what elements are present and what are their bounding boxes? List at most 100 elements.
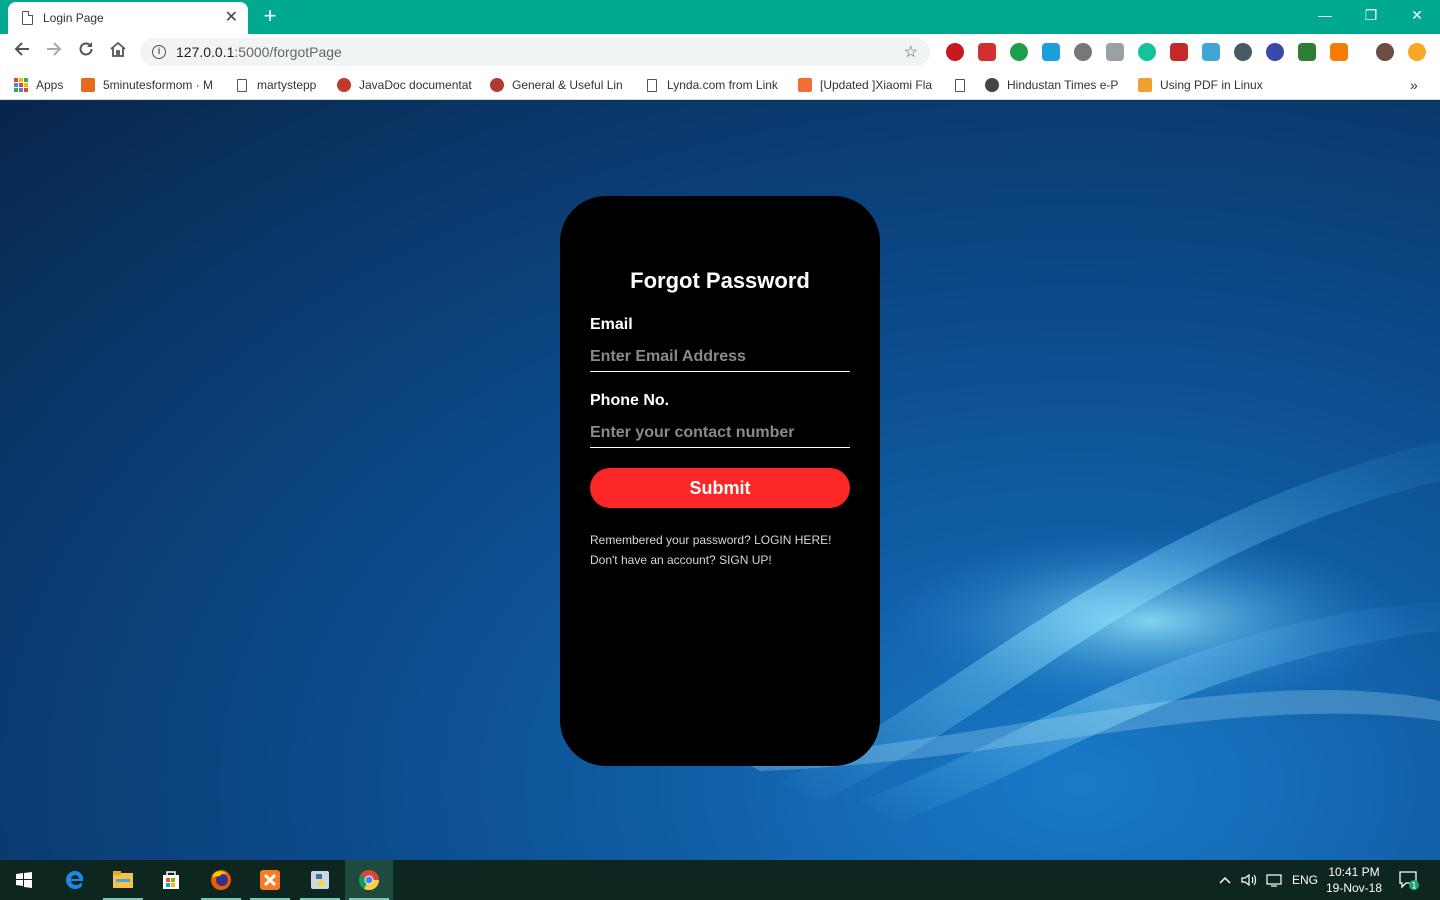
back-icon[interactable] [10, 40, 34, 64]
firefox-icon[interactable] [197, 860, 245, 900]
chrome-icon[interactable] [345, 860, 393, 900]
extension-blue-icon[interactable] [1042, 43, 1060, 61]
extension-counter-icon[interactable] [1298, 43, 1316, 61]
bookmark-label: General & Useful Lin [512, 78, 623, 92]
bookmark-star-icon[interactable]: ☆ [904, 42, 918, 62]
minimize-button[interactable]: — [1302, 0, 1348, 30]
clock-date: 19-Nov-18 [1325, 881, 1383, 895]
page-icon [647, 78, 657, 92]
bookmark-untitled[interactable] [955, 76, 975, 94]
bookmark-lynda[interactable]: Lynda.com from Link [647, 76, 783, 94]
update-alert-icon[interactable] [1408, 43, 1426, 61]
bookmark-5minutesformom[interactable]: 5minutesformom · M [81, 76, 217, 94]
auth-links: Remembered your password? LOGIN HERE! Do… [590, 530, 850, 570]
bookmark-label: Lynda.com from Link [667, 78, 778, 92]
forward-icon[interactable] [42, 40, 66, 64]
bookmark-hindustan-times[interactable]: Hindustan Times e-P [985, 76, 1123, 94]
miui-favicon [798, 78, 812, 92]
bookmark-pdf-linux[interactable]: Using PDF in Linux [1138, 76, 1268, 94]
profile-avatar[interactable] [1376, 43, 1394, 61]
phone-group: Phone No. [590, 392, 850, 448]
store-icon[interactable] [147, 860, 195, 900]
tab-title: Login Page [43, 11, 104, 25]
apps-grid-icon [14, 78, 28, 92]
bookmark-label: [Updated ]Xiaomi Fla [820, 78, 933, 92]
bookmark-javadoc[interactable]: JavaDoc documentat [337, 76, 475, 94]
phone-label: Phone No. [590, 392, 670, 409]
bookmark-martystepp[interactable]: martystepp [237, 76, 327, 94]
form-title: Forgot Password [630, 268, 810, 293]
bookmark-apps[interactable]: Apps [14, 76, 74, 94]
bookmark-label: martystepp [257, 78, 317, 92]
javadoc-favicon [337, 78, 351, 92]
login-prompt: Remembered your password? [590, 533, 751, 547]
taskbar: ENG 10:41 PM 19-Nov-18 1 [0, 860, 1440, 900]
volume-icon[interactable] [1240, 860, 1258, 900]
bookmark-label: Using PDF in Linux [1160, 78, 1263, 92]
browser-tab[interactable]: Login Page ✕ [8, 2, 248, 34]
edge-icon[interactable] [51, 860, 99, 900]
extension-red-icon[interactable] [978, 43, 996, 61]
extension-e-icon[interactable] [1234, 43, 1252, 61]
page-icon [955, 78, 965, 92]
file-explorer-icon[interactable] [99, 860, 147, 900]
page-icon [237, 78, 247, 92]
bookmark-label: Hindustan Times e-P [1007, 78, 1119, 92]
phone-input[interactable] [590, 418, 850, 448]
pdf-favicon [1138, 78, 1152, 92]
python-icon[interactable] [296, 860, 344, 900]
download-extension-icon[interactable] [1106, 43, 1124, 61]
bookmarks-overflow-button[interactable]: » [1410, 76, 1426, 94]
5minutesformom-favicon [81, 78, 95, 92]
bookmark-xiaomi[interactable]: [Updated ]Xiaomi Fla [798, 76, 938, 94]
extension-orange-icon[interactable] [1330, 43, 1348, 61]
address-bar[interactable]: i 127.0.0.1 :5000/forgotPage ☆ [140, 38, 930, 66]
network-icon[interactable] [1265, 860, 1283, 900]
extension-bookmark-icon[interactable] [1170, 43, 1188, 61]
general-favicon [490, 78, 504, 92]
new-tab-button[interactable]: + [258, 4, 282, 28]
action-center-icon[interactable]: 1 [1398, 860, 1420, 900]
page-background: Forgot Password Email Phone No. Submit R… [0, 101, 1440, 860]
home-icon[interactable] [106, 40, 130, 64]
email-input[interactable] [590, 342, 850, 372]
forgot-password-card: Forgot Password Email Phone No. Submit R… [560, 196, 880, 766]
start-icon[interactable] [0, 860, 48, 900]
bookmark-general-useful[interactable]: General & Useful Lin [490, 76, 628, 94]
notification-count: 1 [1411, 882, 1417, 891]
tab-close-button[interactable]: ✕ [225, 10, 238, 26]
url-host: 127.0.0.1 [176, 44, 235, 60]
extension-green-icon[interactable] [1010, 43, 1028, 61]
close-window-button[interactable]: ✕ [1394, 0, 1440, 30]
clock-time: 10:41 PM [1328, 865, 1380, 879]
page-icon [22, 11, 33, 25]
signup-line: Don't have an account? SIGN UP! [590, 550, 850, 570]
signup-prompt: Don't have an account? [590, 553, 716, 567]
bookmark-label: 5minutesformom · M [103, 78, 214, 92]
language-indicator[interactable]: ENG [1292, 860, 1318, 900]
maximize-button[interactable]: ❐ [1348, 0, 1394, 30]
info-icon[interactable]: i [152, 45, 166, 59]
system-clock[interactable]: 10:41 PM 19-Nov-18 [1320, 864, 1388, 896]
extension-gray-icon[interactable] [1074, 43, 1092, 61]
bookmark-label: JavaDoc documentat [359, 78, 472, 92]
email-label: Email [590, 316, 633, 333]
hindustan-times-favicon [985, 78, 999, 92]
login-link[interactable]: LOGIN HERE! [754, 533, 831, 547]
adblock-icon[interactable] [946, 43, 964, 61]
url-path: :5000/forgotPage [234, 44, 342, 60]
submit-button[interactable]: Submit [590, 468, 850, 508]
extension-k-icon[interactable] [1266, 43, 1284, 61]
email-group: Email [590, 316, 850, 372]
extension-cloud-icon[interactable] [1202, 43, 1220, 61]
tray-chevron-icon[interactable] [1218, 860, 1232, 900]
grammarly-icon[interactable] [1138, 43, 1156, 61]
xampp-icon[interactable] [246, 860, 294, 900]
bookmark-label: Apps [36, 78, 64, 92]
browser-tab-strip: Login Page ✕ + — ❐ ✕ [0, 0, 1440, 34]
signup-link[interactable]: SIGN UP! [719, 553, 772, 567]
browser-toolbar: i 127.0.0.1 :5000/forgotPage ☆ [0, 34, 1440, 70]
bookmarks-bar: Apps 5minutesformom · M martystepp JavaD… [0, 70, 1440, 100]
login-line: Remembered your password? LOGIN HERE! [590, 530, 850, 550]
reload-icon[interactable] [74, 40, 98, 64]
